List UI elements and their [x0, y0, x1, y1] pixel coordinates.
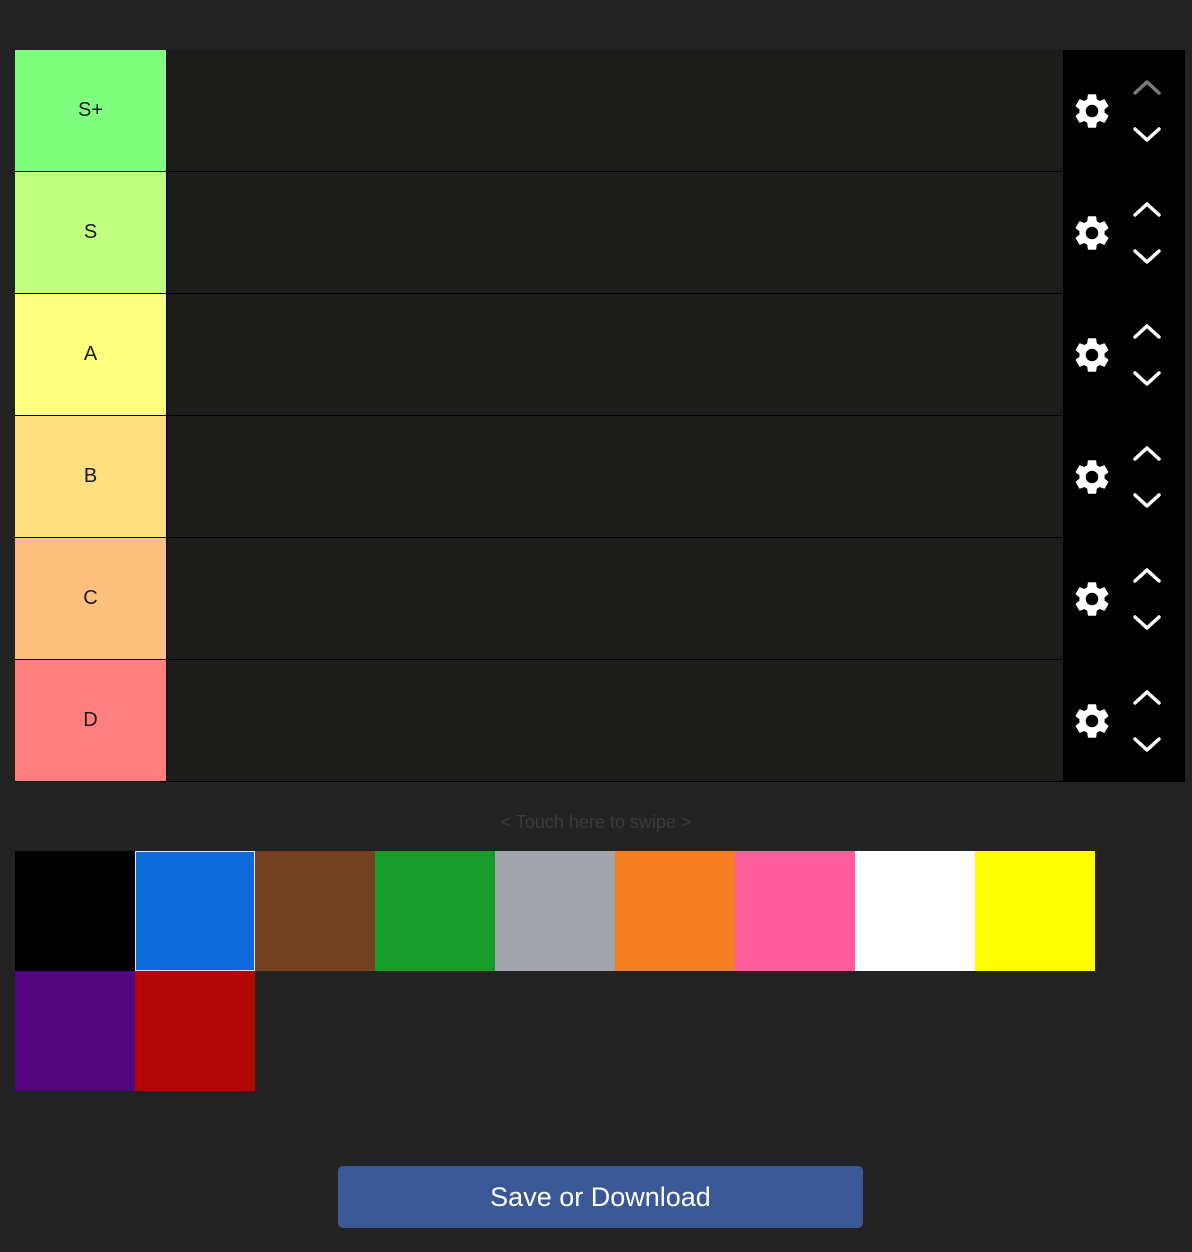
chevron-down-icon[interactable] [1131, 728, 1163, 760]
chevron-up-icon[interactable] [1131, 560, 1163, 592]
tier-drop-zone[interactable] [166, 172, 1063, 293]
gear-icon[interactable] [1071, 90, 1113, 132]
color-swatch-orange[interactable] [615, 851, 735, 971]
gear-icon[interactable] [1071, 456, 1113, 498]
tier-drop-zone[interactable] [166, 294, 1063, 415]
chevron-up-icon[interactable] [1131, 438, 1163, 470]
chevron-down-icon[interactable] [1131, 240, 1163, 272]
color-swatch-black[interactable] [15, 851, 135, 971]
color-swatch-blue[interactable] [135, 851, 255, 971]
tier-drop-zone[interactable] [166, 660, 1063, 781]
tier-controls [1063, 50, 1185, 171]
tier-row: A [15, 294, 1185, 416]
tier-list-editor: S+ S A B C D < Touch here to swipe > Save or … [0, 0, 1192, 1252]
tier-row: D [15, 660, 1185, 782]
chevron-down-icon[interactable] [1131, 118, 1163, 150]
color-swatch-white[interactable] [855, 851, 975, 971]
tier-controls [1063, 172, 1185, 293]
color-swatch-red[interactable] [135, 971, 255, 1091]
color-palette [15, 851, 1095, 1091]
tier-drop-zone[interactable] [166, 538, 1063, 659]
gear-icon[interactable] [1071, 334, 1113, 376]
reorder-arrows [1131, 438, 1163, 516]
reorder-arrows [1131, 682, 1163, 760]
gear-icon[interactable] [1071, 700, 1113, 742]
chevron-up-icon[interactable] [1131, 72, 1163, 104]
tier-label[interactable]: D [15, 660, 166, 781]
save-or-download-button[interactable]: Save or Download [338, 1166, 863, 1228]
tier-controls [1063, 416, 1185, 537]
reorder-arrows [1131, 560, 1163, 638]
tier-row: B [15, 416, 1185, 538]
chevron-down-icon[interactable] [1131, 484, 1163, 516]
tier-drop-zone[interactable] [166, 416, 1063, 537]
color-swatch-brown[interactable] [255, 851, 375, 971]
gear-icon[interactable] [1071, 212, 1113, 254]
swipe-hint[interactable]: < Touch here to swipe > [0, 812, 1192, 833]
chevron-down-icon[interactable] [1131, 606, 1163, 638]
tier-row: S+ [15, 50, 1185, 172]
color-swatch-green[interactable] [375, 851, 495, 971]
reorder-arrows [1131, 72, 1163, 150]
tier-list: S+ S A B C D [15, 50, 1185, 782]
tier-label[interactable]: B [15, 416, 166, 537]
reorder-arrows [1131, 316, 1163, 394]
tier-row: C [15, 538, 1185, 660]
tier-label[interactable]: C [15, 538, 166, 659]
tier-row: S [15, 172, 1185, 294]
color-swatch-pink[interactable] [735, 851, 855, 971]
gear-icon[interactable] [1071, 578, 1113, 620]
chevron-up-icon[interactable] [1131, 194, 1163, 226]
tier-controls [1063, 660, 1185, 781]
tier-controls [1063, 294, 1185, 415]
reorder-arrows [1131, 194, 1163, 272]
chevron-up-icon[interactable] [1131, 682, 1163, 714]
color-swatch-gray[interactable] [495, 851, 615, 971]
tier-drop-zone[interactable] [166, 50, 1063, 171]
tier-label[interactable]: A [15, 294, 166, 415]
chevron-down-icon[interactable] [1131, 362, 1163, 394]
tier-label[interactable]: S+ [15, 50, 166, 171]
tier-controls [1063, 538, 1185, 659]
color-swatch-purple[interactable] [15, 971, 135, 1091]
tier-label[interactable]: S [15, 172, 166, 293]
color-swatch-yellow[interactable] [975, 851, 1095, 971]
chevron-up-icon[interactable] [1131, 316, 1163, 348]
